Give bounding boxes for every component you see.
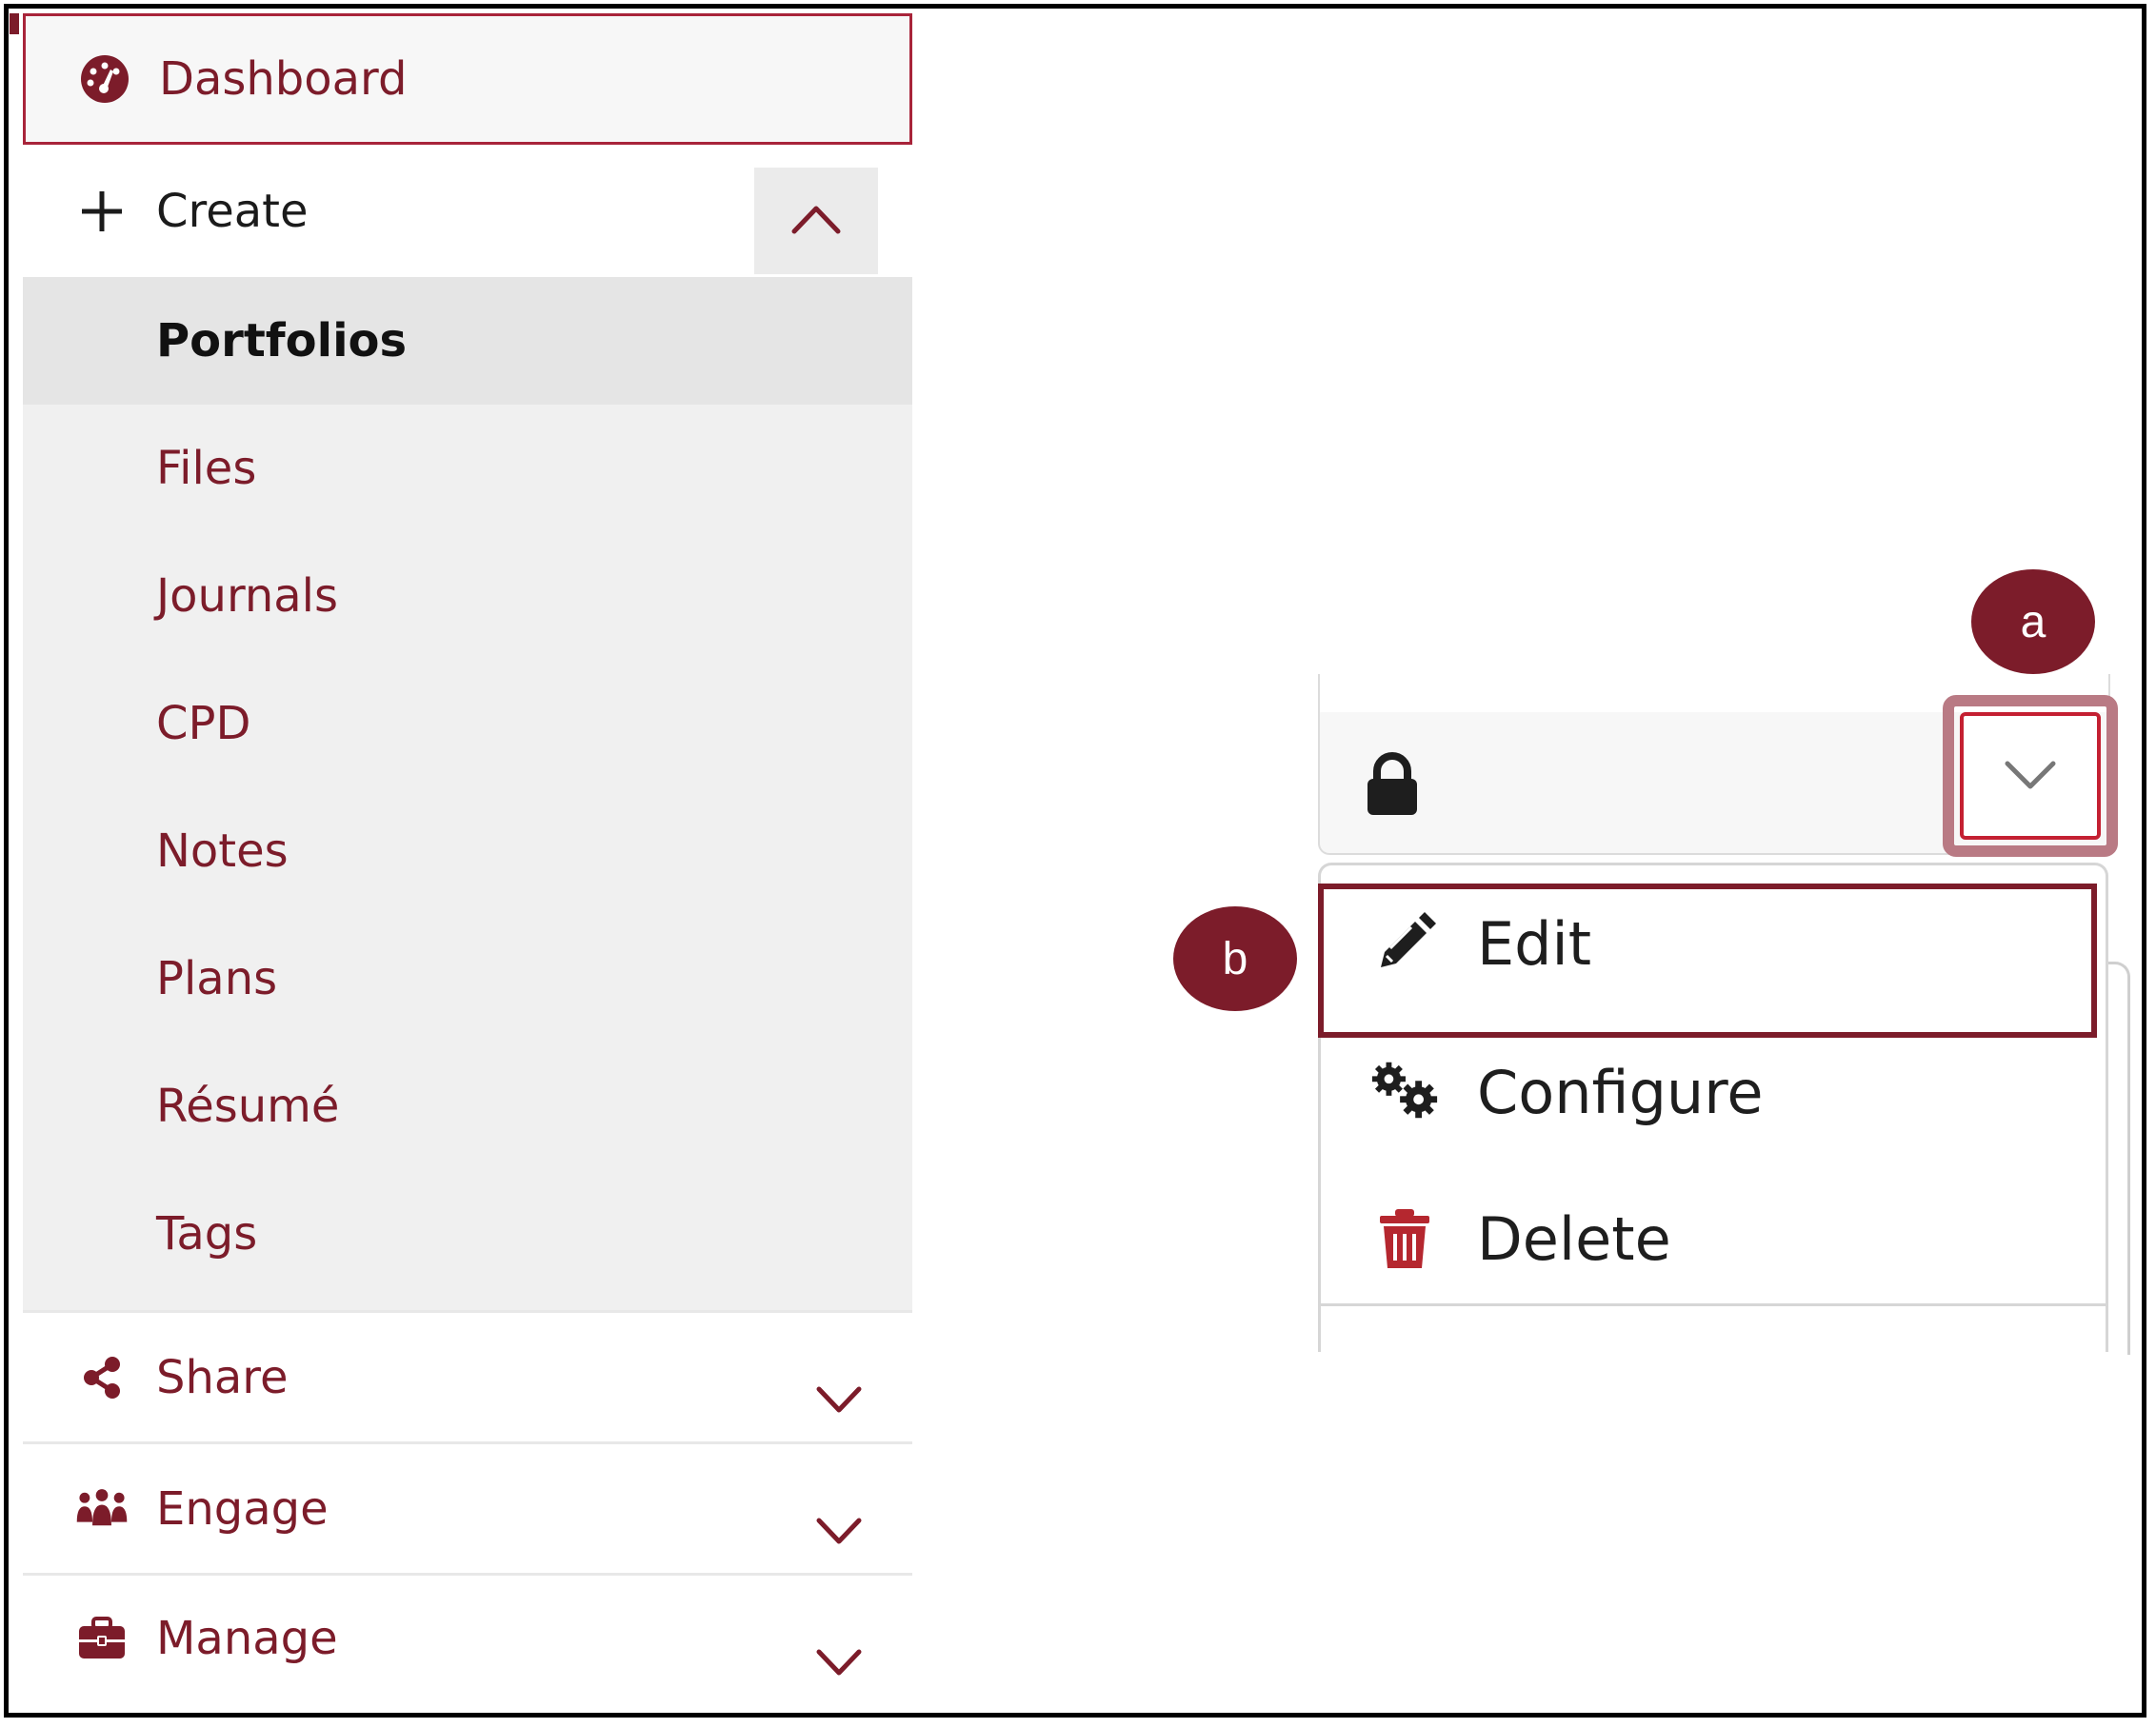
sidebar-item-manage[interactable]: Manage xyxy=(23,1573,912,1700)
sidebar-subitem-portfolios[interactable]: Portfolios xyxy=(23,277,912,405)
chevron-down-icon xyxy=(2002,756,2059,797)
callout-label: b xyxy=(1222,933,1248,984)
sidebar-subitem-cpd[interactable]: CPD xyxy=(23,660,912,787)
callout-label: a xyxy=(2020,596,2046,647)
chevron-down-icon[interactable] xyxy=(813,1642,865,1680)
share-icon xyxy=(74,1350,130,1405)
sidebar-item-label: Share xyxy=(156,1350,289,1404)
menu-item-label: Configure xyxy=(1477,1058,1764,1127)
card-menu-toggle-inner[interactable] xyxy=(1960,712,2101,840)
sidebar-subitem-label: Files xyxy=(156,442,257,495)
sidebar-subitem-notes[interactable]: Notes xyxy=(23,787,912,915)
sidebar-subitem-tags[interactable]: Tags xyxy=(23,1170,912,1298)
sidebar-item-share[interactable]: Share xyxy=(23,1310,912,1441)
menu-item-label: Delete xyxy=(1477,1204,1671,1274)
sidebar-subitem-label: Résumé xyxy=(156,1080,340,1133)
users-icon xyxy=(74,1481,130,1537)
card-menu-toggle-button[interactable] xyxy=(1943,695,2118,857)
sidebar-subitem-label: Tags xyxy=(156,1207,258,1261)
sidebar-item-label: Manage xyxy=(156,1611,338,1665)
create-collapse-button[interactable] xyxy=(754,168,878,274)
sidebar-nav: Dashboard Create Portfolios Files Journa… xyxy=(23,13,912,1700)
menu-divider xyxy=(1321,1303,2106,1306)
plus-icon xyxy=(74,184,130,239)
edge-marker xyxy=(10,13,19,34)
card-border xyxy=(1318,674,1320,716)
sidebar-subitem-journals[interactable]: Journals xyxy=(23,532,912,660)
callout-b: b xyxy=(1173,906,1297,1011)
menu-item-delete[interactable]: Delete xyxy=(1321,1176,2106,1319)
callout-a: a xyxy=(1971,569,2095,674)
sidebar-subitem-label: Journals xyxy=(156,569,339,623)
gears-icon xyxy=(1368,1056,1441,1124)
edit-highlight-box xyxy=(1318,884,2097,1038)
trash-icon xyxy=(1368,1204,1441,1273)
sidebar-subitem-files[interactable]: Files xyxy=(23,405,912,532)
sidebar-subitem-resume[interactable]: Résumé xyxy=(23,1043,912,1170)
sidebar-subitem-plans[interactable]: Plans xyxy=(23,915,912,1043)
lock-icon xyxy=(1362,750,1423,817)
sidebar-item-label: Create xyxy=(156,184,309,238)
briefcase-icon xyxy=(74,1611,130,1666)
chevron-down-icon[interactable] xyxy=(813,1380,865,1418)
create-submenu: Portfolios Files Journals CPD Notes Plan… xyxy=(23,277,912,1310)
sidebar-subitem-label: Portfolios xyxy=(156,314,408,367)
sidebar-subitem-label: Notes xyxy=(156,824,289,878)
dashboard-icon xyxy=(77,51,132,107)
sidebar-item-dashboard[interactable]: Dashboard xyxy=(23,13,912,145)
sidebar-item-label: Engage xyxy=(156,1481,329,1536)
menu-item-configure[interactable]: Configure xyxy=(1321,1029,2106,1172)
sidebar-subitem-label: Plans xyxy=(156,952,278,1005)
sidebar-item-engage[interactable]: Engage xyxy=(23,1441,912,1573)
stacked-card-edge xyxy=(2108,962,2130,1355)
sidebar-subitem-label: CPD xyxy=(156,697,251,750)
sidebar-item-label: Dashboard xyxy=(159,52,408,106)
chevron-up-icon xyxy=(790,203,842,240)
chevron-down-icon[interactable] xyxy=(813,1511,865,1549)
